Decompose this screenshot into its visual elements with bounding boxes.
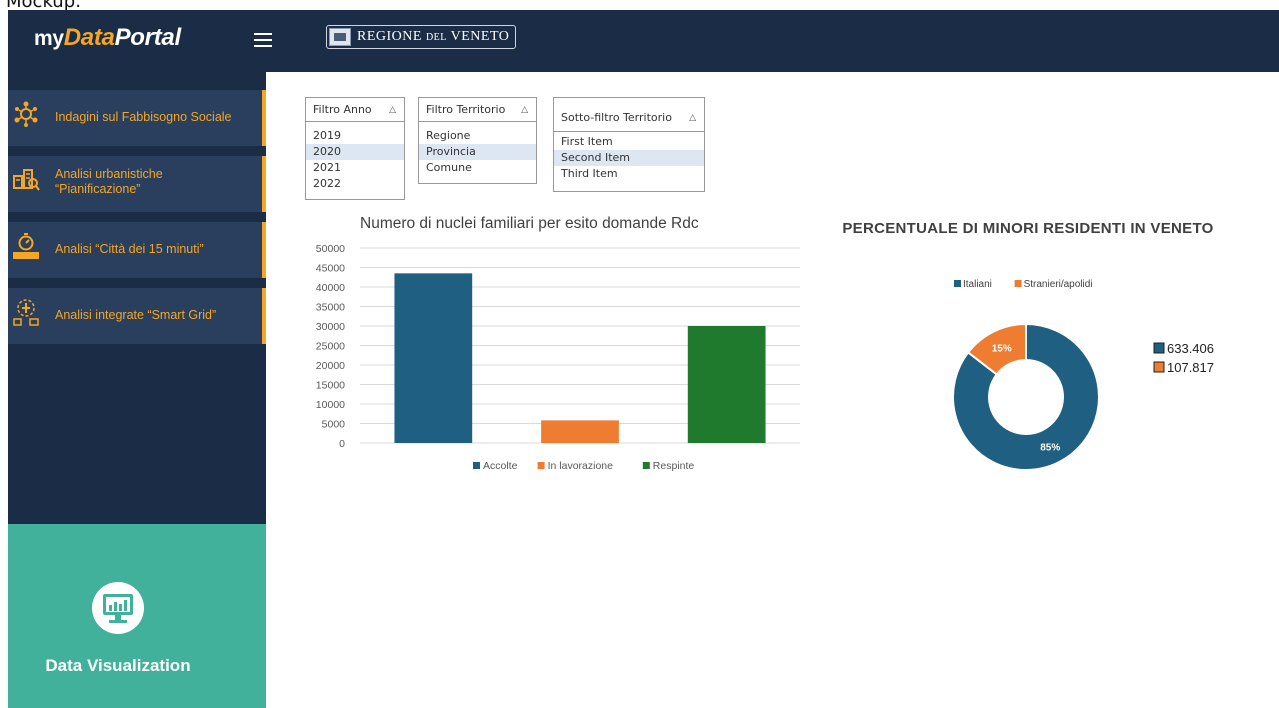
filter-anno-option-selected[interactable]: 2020	[306, 144, 404, 160]
sidebar-item-pianificazione[interactable]: Analisi urbanistiche “Pianificazione”	[8, 156, 266, 212]
data-visualization-panel[interactable]: Data Visualization	[8, 524, 266, 708]
filter-territorio-label: Filtro Territorio	[426, 103, 506, 116]
regione-veneto-text: REGIONE DEL VENETO	[357, 29, 509, 45]
legend-swatch	[537, 462, 545, 469]
bar-accolte	[394, 273, 473, 443]
filter-sotto-territorio-option-selected[interactable]: Second Item	[554, 150, 704, 166]
regione-word: REGIONE	[357, 29, 422, 44]
y-tick-label: 30000	[316, 321, 345, 333]
filter-anno-label: Filtro Anno	[313, 103, 372, 116]
chevron-up-icon[interactable]: △	[389, 98, 396, 122]
smart-grid-icon	[13, 299, 39, 326]
logo-data: Data	[63, 24, 115, 51]
value-legend-swatch	[1153, 361, 1165, 373]
chevron-up-icon[interactable]: △	[689, 98, 696, 138]
bar-chart-title: Numero di nuclei familiari per esito dom…	[360, 215, 699, 232]
filter-sotto-territorio-label: Sotto-filtro Territorio	[561, 111, 672, 124]
filter-anno-option[interactable]: 2019	[306, 128, 404, 144]
y-tick-label: 15000	[316, 380, 345, 392]
hamburger-menu-icon[interactable]	[254, 33, 272, 47]
sidebar-item-citta-15-minuti[interactable]: Analisi “Città dei 15 minuti”	[8, 222, 266, 278]
bar-chart: 5000045000400003500030000250002000015000…	[316, 243, 800, 472]
legend-label: Italiani	[963, 279, 992, 290]
y-tick-label: 35000	[316, 302, 345, 314]
top-navigation-bar: myDataPortal REGIONE DEL VENETO	[8, 10, 1279, 72]
app-logo[interactable]: myDataPortal	[34, 24, 181, 52]
legend-swatch	[1014, 280, 1022, 287]
filter-anno-option[interactable]: 2021	[306, 160, 404, 176]
sidebar-item-label: Indagini sul Fabbisogno Sociale	[55, 110, 232, 124]
y-tick-label: 45000	[316, 263, 345, 275]
regione-veneto-word: VENETO	[450, 29, 510, 44]
y-tick-label: 25000	[316, 341, 345, 353]
legend-label: In lavorazione	[548, 460, 614, 472]
filter-anno-option[interactable]: 2022	[306, 176, 404, 192]
sidebar-item-smart-grid[interactable]: Analisi integrate “Smart Grid”	[8, 288, 266, 344]
filter-sotto-territorio-option[interactable]: First Item	[554, 134, 704, 150]
logo-portal: Portal	[114, 24, 182, 51]
legend-label: Stranieri/apolidi	[1024, 279, 1093, 290]
sidebar-item-label: Analisi “Città dei 15 minuti”	[55, 242, 204, 256]
regione-del-word: DEL	[425, 32, 447, 43]
value-legend-swatch	[1153, 342, 1165, 354]
filter-sotto-territorio-header[interactable]: Sotto-filtro Territorio △	[554, 98, 704, 132]
filter-territorio[interactable]: Filtro Territorio △ Regione Provincia Com…	[418, 97, 537, 184]
y-tick-label: 20000	[316, 360, 345, 372]
value-legend-label: 633.406	[1167, 341, 1214, 356]
y-tick-label: 0	[339, 438, 345, 450]
urban-planning-icon	[13, 169, 40, 191]
y-tick-label: 40000	[316, 282, 345, 294]
donut-percent-label: 85%	[1040, 442, 1060, 453]
bar-respinte	[687, 326, 766, 443]
sidebar-item-label: Analisi integrate “Smart Grid”	[55, 308, 217, 322]
donut-percent-label: 15%	[992, 344, 1012, 355]
regione-crest-icon	[329, 28, 351, 46]
legend-swatch	[642, 462, 650, 469]
y-tick-label: 5000	[322, 419, 346, 431]
filter-sotto-territorio[interactable]: Sotto-filtro Territorio △ First Item Seco…	[553, 97, 705, 192]
filter-territorio-header[interactable]: Filtro Territorio △	[419, 98, 536, 122]
regione-veneto-logo: REGIONE DEL VENETO	[326, 25, 517, 49]
donut-chart: 85% 15% Italiani Stranieri/apolidi 633.406 10…	[952, 279, 1214, 471]
monitor-chart-icon	[92, 582, 144, 634]
sidebar: Indagini sul Fabbisogno Sociale Analisi …	[8, 72, 266, 708]
legend-swatch	[473, 462, 480, 469]
social-network-icon	[14, 101, 38, 127]
bar-in-lavorazione	[541, 420, 619, 443]
filter-anno-header[interactable]: Filtro Anno △	[306, 98, 404, 122]
y-tick-label: 50000	[316, 243, 345, 255]
data-visualization-label: Data Visualization	[45, 656, 191, 675]
logo-my: my	[34, 27, 64, 50]
legend-label: Respinte	[653, 460, 695, 472]
filter-territorio-option-selected[interactable]: Provincia	[419, 144, 536, 160]
legend-swatch	[954, 280, 961, 287]
legend-label: Accolte	[483, 460, 518, 472]
filter-territorio-option[interactable]: Regione	[419, 128, 536, 144]
filter-sotto-territorio-option[interactable]: Third Item	[554, 166, 704, 182]
chevron-up-icon[interactable]: △	[521, 98, 528, 122]
sidebar-item-fabbisogno-sociale[interactable]: Indagini sul Fabbisogno Sociale	[8, 90, 266, 146]
value-legend-label: 107.817	[1167, 360, 1214, 375]
donut-chart-title: PERCENTUALE DI MINORI RESIDENTI IN VENET…	[842, 220, 1214, 237]
filter-territorio-option[interactable]: Comune	[419, 160, 536, 176]
filter-anno[interactable]: Filtro Anno △ 2019 2020 2021 2022	[305, 97, 405, 200]
sidebar-item-label: Analisi urbanistiche “Pianificazione”	[55, 167, 163, 196]
stopwatch-15min-icon	[13, 233, 39, 259]
y-tick-label: 10000	[316, 399, 345, 411]
